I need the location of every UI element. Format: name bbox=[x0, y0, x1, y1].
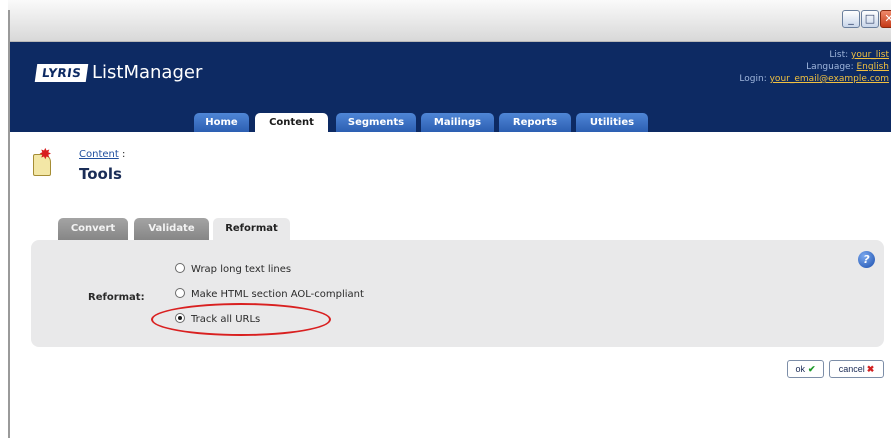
ok-button[interactable]: ok ✔ bbox=[787, 360, 824, 378]
content-page-icon: ✸ bbox=[33, 147, 53, 176]
subtab-validate[interactable]: Validate bbox=[134, 218, 209, 240]
option-aol-compliant[interactable]: Make HTML section AOL-compliant bbox=[175, 288, 364, 300]
tab-mailings[interactable]: Mailings bbox=[421, 113, 494, 132]
checkmark-icon: ✔ bbox=[807, 364, 816, 374]
x-icon: ✖ bbox=[866, 364, 875, 374]
close-button[interactable]: ✕ bbox=[880, 10, 891, 28]
option-wrap-lines[interactable]: Wrap long text lines bbox=[175, 263, 291, 275]
tab-utilities[interactable]: Utilities bbox=[576, 113, 648, 132]
user-info: List: your_list Language: English Login:… bbox=[739, 49, 889, 85]
list-label: List: bbox=[829, 50, 849, 60]
login-label: Login: bbox=[739, 74, 767, 84]
ok-label: ok bbox=[795, 364, 805, 374]
lyris-logo: LYRIS bbox=[34, 64, 89, 82]
tab-home[interactable]: Home bbox=[194, 113, 249, 132]
option-aol-compliant-label: Make HTML section AOL-compliant bbox=[191, 289, 364, 300]
maximize-button[interactable]: □ bbox=[861, 10, 879, 28]
tab-content[interactable]: Content bbox=[255, 113, 328, 133]
window-titlebar: _ □ ✕ bbox=[8, 0, 891, 42]
breadcrumb-content-link[interactable]: Content bbox=[79, 149, 119, 160]
minimize-button[interactable]: _ bbox=[842, 10, 860, 28]
language-label: Language: bbox=[806, 62, 854, 72]
breadcrumb: Content : bbox=[79, 149, 125, 160]
option-wrap-lines-label: Wrap long text lines bbox=[191, 264, 292, 275]
subtab-reformat[interactable]: Reformat bbox=[213, 218, 290, 240]
tab-reports[interactable]: Reports bbox=[499, 113, 571, 132]
page-title: Tools bbox=[79, 165, 122, 183]
list-link[interactable]: your_list bbox=[851, 50, 889, 60]
login-link[interactable]: your_email@example.com bbox=[770, 74, 889, 84]
app-window: _ □ ✕ LYRIS ListManager List: your_list … bbox=[0, 0, 891, 438]
app-title: ListManager bbox=[92, 62, 203, 83]
breadcrumb-separator: : bbox=[121, 149, 126, 160]
radio-aol-compliant[interactable] bbox=[175, 288, 185, 298]
highlight-annotation bbox=[151, 303, 331, 336]
subtab-convert[interactable]: Convert bbox=[58, 218, 128, 240]
cancel-label: cancel bbox=[838, 364, 865, 374]
radio-wrap-lines[interactable] bbox=[175, 263, 185, 273]
tab-segments[interactable]: Segments bbox=[336, 113, 416, 132]
reformat-label: Reformat: bbox=[88, 292, 145, 303]
reformat-panel: ? Reformat: Wrap long text lines Make HT… bbox=[31, 240, 884, 347]
cancel-button[interactable]: cancel ✖ bbox=[829, 360, 884, 378]
help-icon[interactable]: ? bbox=[858, 251, 875, 268]
language-link[interactable]: English bbox=[857, 62, 890, 72]
